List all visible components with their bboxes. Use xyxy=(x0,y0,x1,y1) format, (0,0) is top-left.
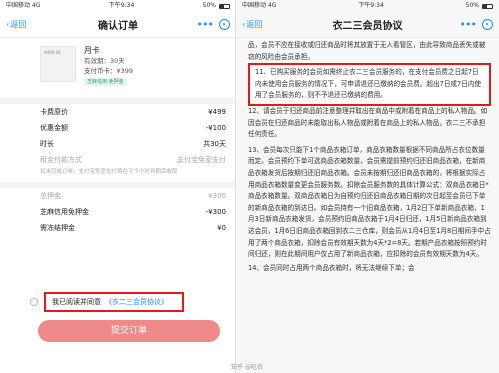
network-text: 4G xyxy=(267,2,277,9)
row-value: 支付宝免密支付 xyxy=(177,156,226,164)
member-agreement-screen: 中国移动 4G 下午9:34 50% ‹ 返回 衣二三会员协议 ••• 品，会员不… xyxy=(236,0,499,373)
more-icon[interactable]: ••• xyxy=(460,18,477,31)
summary-row: 总押金 ¥300 xyxy=(0,188,236,204)
row-label: 总押金 xyxy=(40,192,61,200)
close-mini-program-icon[interactable] xyxy=(482,19,493,30)
row-label: 时长 xyxy=(40,140,54,148)
row-value: ¥499 xyxy=(208,108,226,116)
summary-row: 优惠金额 -¥100 xyxy=(0,120,236,136)
chevron-left-icon: ‹ xyxy=(242,20,246,29)
summary-row: 时长 共30天 xyxy=(0,136,236,152)
agreement-paragraph: 13、会员每次只能下1个商品衣箱订单，商品衣箱数量根据不同商品所占衣位数量而定。… xyxy=(248,145,491,259)
agreement-link[interactable]: 《衣二三会员协议》 xyxy=(105,297,168,307)
agree-prefix: 我已阅读并同意 xyxy=(52,298,101,306)
product-thumbnail: ¥499.00 xyxy=(40,46,76,82)
agreement-paragraph: 14、会员同时占用两个商品衣箱时，将无法继续下单；会 xyxy=(248,263,415,272)
auto-renew-row[interactable]: 租金付款方式 支付宝免密支付 xyxy=(0,152,236,168)
submit-order-button[interactable]: 提交订单 xyxy=(38,320,220,342)
highlighted-refund-clause: 11、已购买服务的会员如需终止衣二三会员服务的，在支付会员费之日起7日内未使用会… xyxy=(248,63,491,106)
row-label: 租金付款方式 xyxy=(40,156,82,164)
clock-text: 下午9:34 xyxy=(108,2,135,9)
battery-percent: 50% xyxy=(202,2,216,9)
row-value: ¥300 xyxy=(208,192,226,200)
agreement-paragraph: 12、请会员于归还商品前注意整理并取出在商品中或附着在商品上的私人物品。如因会员… xyxy=(248,106,488,139)
product-validity: 有效期：30天 xyxy=(84,57,125,65)
battery-percent: 50% xyxy=(465,2,479,9)
agreement-paragraph: 品，会员不应在接收或归还商品时将其放置于无人看管区，由此导致商品丢失或被窃的风险… xyxy=(248,41,486,61)
summary-row: 需冻结押金 ¥0 xyxy=(0,220,236,236)
clock-text: 下午9:34 xyxy=(358,2,384,9)
chevron-left-icon: ‹ xyxy=(6,20,10,29)
row-value: 共30天 xyxy=(203,140,226,148)
row-label: 优惠金额 xyxy=(40,124,68,132)
carrier-text: 中国移动 xyxy=(6,2,31,9)
product-card: ¥499.00 月卡 有效期：30天 支付币卡：¥399 芝麻信用·免押金 xyxy=(0,38,236,98)
nav-bar: ‹ 返回 确认订单 ••• xyxy=(0,12,236,38)
product-price: 支付币卡：¥399 xyxy=(84,67,134,75)
row-label: 芝麻信用免押金 xyxy=(40,208,89,216)
credit-badge: 芝麻信用·免押金 xyxy=(84,78,127,86)
row-label: 需冻结押金 xyxy=(40,224,75,232)
row-value: -¥300 xyxy=(205,208,226,216)
agree-checkbox[interactable] xyxy=(30,298,38,306)
agreement-text: 品，会员不应在接收或归还商品时将其放置于无人看管区，由此导致商品丢失或被窃的风险… xyxy=(236,38,499,274)
auto-renew-note: 如未完成订单，支付宝免密支付将在下个小时到期后收取 xyxy=(40,169,178,175)
battery-icon xyxy=(481,3,493,9)
summary-row: 芝麻信用免押金 -¥300 xyxy=(0,204,236,220)
battery-icon xyxy=(218,3,230,9)
thumbnail-price: ¥499.00 xyxy=(44,50,61,55)
network-text: 4G xyxy=(31,2,41,9)
status-bar: 中国移动 4G 下午9:34 50% xyxy=(236,0,499,12)
row-value: ¥0 xyxy=(217,224,226,232)
more-icon[interactable]: ••• xyxy=(197,18,214,31)
watermark-text: 知乎 @吃衣 xyxy=(231,364,263,371)
back-button[interactable]: ‹ 返回 xyxy=(6,19,26,30)
back-label: 返回 xyxy=(10,20,27,29)
order-confirm-screen: 中国移动 4G 下午9:34 50% ‹ 返回 确认订单 ••• ¥499.00 … xyxy=(0,0,236,373)
row-label: 卡费原价 xyxy=(40,108,68,116)
product-name: 月卡 xyxy=(84,46,100,55)
agreement-consent[interactable]: 我已阅读并同意 《衣二三会员协议》 xyxy=(44,292,184,312)
status-bar: 中国移动 4G 下午9:34 50% xyxy=(0,0,236,12)
summary-row: 卡费原价 ¥499 xyxy=(0,104,236,120)
nav-bar: ‹ 返回 衣二三会员协议 ••• xyxy=(236,12,499,38)
close-mini-program-icon[interactable] xyxy=(219,19,230,30)
back-label: 返回 xyxy=(246,20,263,29)
row-value: -¥100 xyxy=(205,124,226,132)
carrier-text: 中国移动 xyxy=(242,2,267,9)
back-button[interactable]: ‹ 返回 xyxy=(242,19,262,30)
